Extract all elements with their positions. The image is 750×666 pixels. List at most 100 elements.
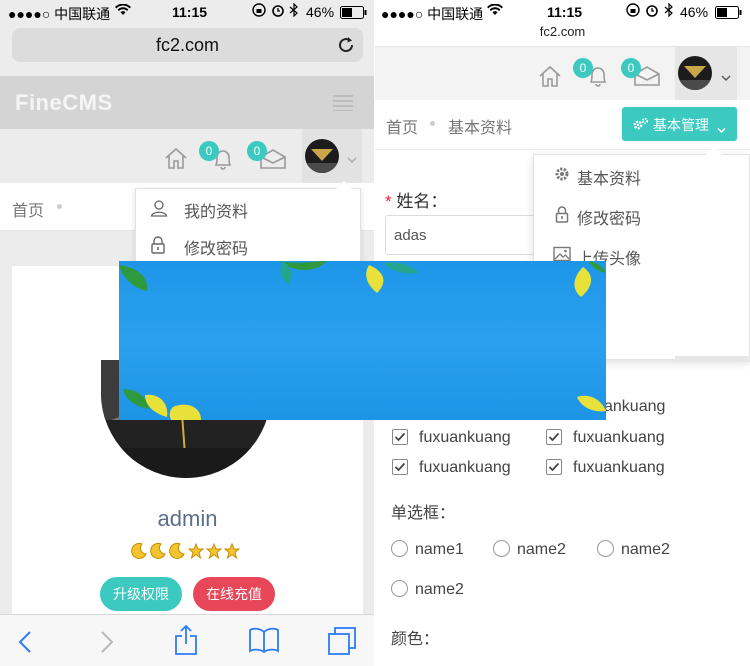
bell-badge: 0 <box>573 58 593 78</box>
rotation-lock-icon <box>252 3 266 20</box>
battery-text: 46% <box>306 4 335 20</box>
bluetooth-icon <box>289 2 299 20</box>
radio-button[interactable] <box>493 540 510 557</box>
back-icon[interactable] <box>18 630 32 659</box>
checkbox[interactable] <box>392 429 408 445</box>
radio-label: name2 <box>415 581 464 598</box>
name-input[interactable]: adas <box>385 215 545 255</box>
checkbox-label: fuxuankuang <box>419 429 511 446</box>
breadcrumb-current: 基本资料 <box>448 120 513 137</box>
nav-icon-row: 0 0 <box>375 46 750 101</box>
checkbox-label: fuxuankuang <box>573 459 665 476</box>
menu-item-my-profile[interactable]: 我的资料 <box>136 190 360 226</box>
profile-username: admin <box>157 506 218 531</box>
clock-text: 11:15 <box>547 4 583 20</box>
lock-icon <box>150 236 166 259</box>
breadcrumb: 首页 基本资料 基本管理 <box>375 100 750 150</box>
status-bar: ●●●●○ 中国联通 11:15 46% <box>375 0 750 24</box>
status-bar: ●●●●○ 中国联通 11:15 46% <box>0 0 374 24</box>
radio-button[interactable] <box>391 540 408 557</box>
alarm-icon <box>645 3 659 20</box>
wifi-icon <box>115 3 131 19</box>
breadcrumb-separator <box>57 204 62 209</box>
dropdown-shadow <box>675 356 750 362</box>
name-input-value: adas <box>394 227 427 244</box>
chevron-down-icon <box>717 121 726 139</box>
radio-button[interactable] <box>597 540 614 557</box>
checkbox-label: fuxuankuang <box>573 429 665 446</box>
share-icon[interactable] <box>174 624 198 661</box>
checkbox[interactable] <box>392 459 408 475</box>
breadcrumb-home[interactable]: 首页 <box>12 197 44 221</box>
url-bar[interactable]: fc2.com <box>12 28 363 62</box>
url-text[interactable]: fc2.com <box>375 24 750 39</box>
menu-item-label: 修改密码 <box>577 211 642 228</box>
carrier-text: ●●●●○ 中国联通 <box>8 6 111 22</box>
basic-manage-label: 基本管理 <box>653 117 709 133</box>
recharge-button[interactable]: 在线充值 <box>193 577 275 611</box>
breadcrumb-home[interactable]: 首页 <box>386 114 418 138</box>
bookmarks-icon[interactable] <box>248 627 280 658</box>
leaf-icon <box>119 261 606 420</box>
clock-text: 11:15 <box>172 4 208 20</box>
forward-icon[interactable] <box>100 630 114 659</box>
rotation-lock-icon <box>626 3 640 20</box>
star-icon <box>223 542 241 564</box>
avatar <box>305 139 339 173</box>
moon-icon <box>149 542 167 565</box>
upgrade-button[interactable]: 升级权限 <box>100 577 182 611</box>
home-icon[interactable] <box>538 65 562 92</box>
menu-item-label: 基本资料 <box>577 171 642 188</box>
checkbox-label: fuxuankuang <box>419 459 511 476</box>
mail-badge: 0 <box>621 58 641 78</box>
moon-icon <box>168 542 186 565</box>
hamburger-menu-icon[interactable] <box>333 95 353 116</box>
battery-text: 46% <box>680 4 709 20</box>
user-menu-toggle[interactable] <box>675 47 737 101</box>
checkbox[interactable] <box>546 429 562 445</box>
dropdown-caret <box>336 181 352 189</box>
alarm-icon <box>271 3 285 20</box>
radio-label: name1 <box>415 541 464 558</box>
gears-icon <box>632 117 649 137</box>
radio-label: name2 <box>621 541 670 558</box>
battery-icon <box>340 6 368 22</box>
menu-item-change-password[interactable]: 修改密码 <box>136 227 360 263</box>
basic-manage-button[interactable]: 基本管理 <box>622 107 737 141</box>
url-text: fc2.com <box>155 35 220 55</box>
reload-icon[interactable] <box>337 36 355 59</box>
checkbox[interactable] <box>546 459 562 475</box>
radio-button[interactable] <box>391 580 408 597</box>
nav-icon-row: 0 0 <box>0 129 374 183</box>
home-icon[interactable] <box>164 147 188 174</box>
menu-item-label: 我的资料 <box>184 204 249 221</box>
bluetooth-icon <box>664 2 674 20</box>
star-icon <box>187 542 205 564</box>
dropdown-caret <box>706 147 722 155</box>
menu-item-change-password[interactable]: 修改密码 <box>534 197 749 233</box>
name-label: * 姓名： <box>385 192 448 211</box>
chevron-down-icon <box>347 151 357 169</box>
avatar <box>678 56 712 90</box>
radio-label: name2 <box>517 541 566 558</box>
level-icons <box>130 542 250 562</box>
star-icon <box>205 542 223 564</box>
menu-item-basic-info[interactable]: 基本资料 <box>534 157 749 193</box>
battery-icon <box>715 6 743 22</box>
site-header: FineCMS <box>0 76 374 129</box>
radio-group-label: 单选框： <box>391 505 456 522</box>
user-dropdown-menu: 我的资料 修改密码 <box>135 181 361 264</box>
chevron-down-icon <box>721 69 731 87</box>
browser-toolbar <box>0 614 374 666</box>
brand-logo: FineCMS <box>15 90 113 115</box>
lock-icon <box>555 206 569 228</box>
required-asterisk: * <box>385 192 397 211</box>
bell-badge: 0 <box>199 141 219 161</box>
gear-icon <box>554 166 570 187</box>
color-label: 颜色： <box>391 631 440 648</box>
tabs-icon[interactable] <box>327 626 357 661</box>
user-menu-toggle[interactable] <box>302 129 362 183</box>
banner-overlay <box>119 261 606 420</box>
moon-icon <box>130 542 148 565</box>
wifi-icon <box>487 3 503 19</box>
